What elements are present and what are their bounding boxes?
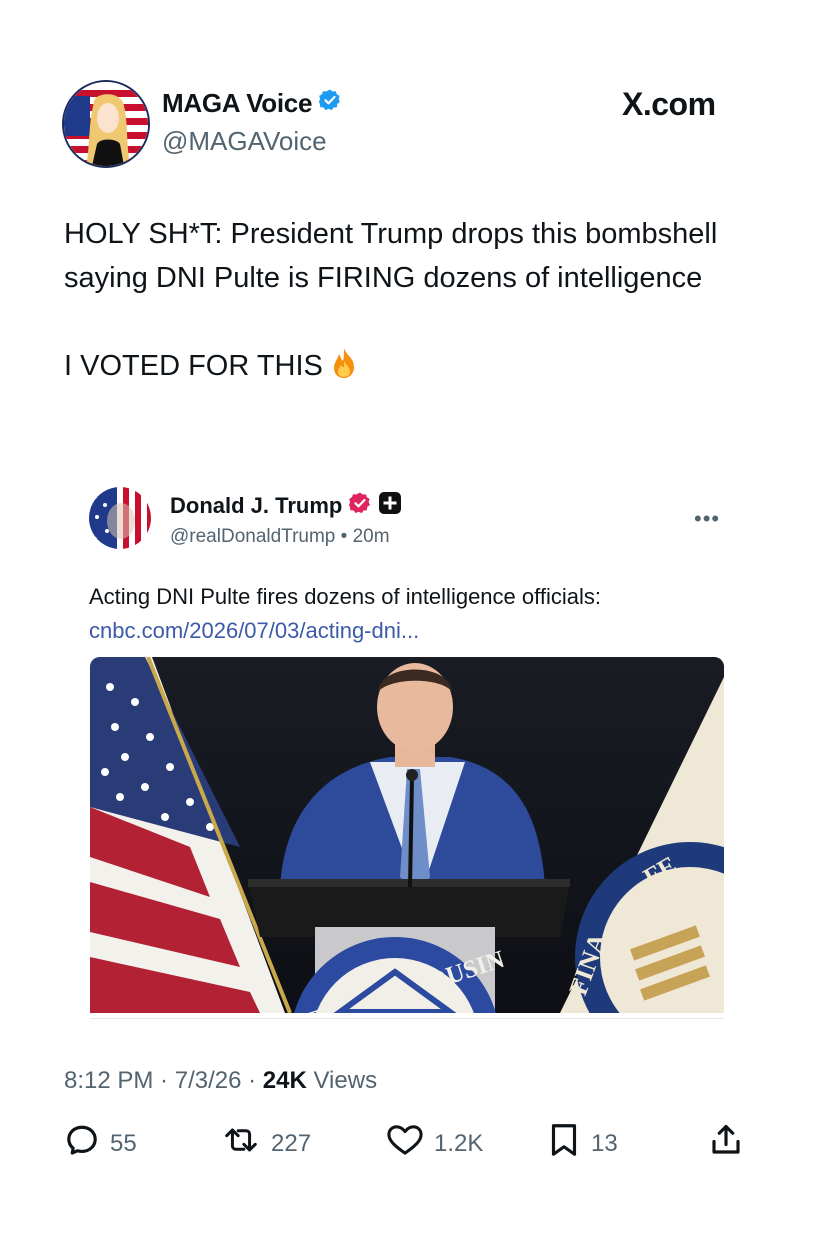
bookmark-icon bbox=[547, 1122, 581, 1165]
quoted-author-name-row[interactable]: Donald J. Trump bbox=[170, 491, 402, 521]
quoted-meta: @realDonaldTrump • 20m bbox=[170, 526, 390, 548]
repost-icon bbox=[221, 1122, 261, 1165]
repost-button[interactable]: 227 bbox=[221, 1122, 311, 1165]
like-count: 1.2K bbox=[434, 1129, 484, 1157]
truth-social-plus-icon bbox=[378, 491, 402, 521]
like-button[interactable]: 1.2K bbox=[386, 1122, 483, 1165]
author-avatar[interactable] bbox=[64, 82, 148, 166]
post-meta: 8:12 PM · 7/3/26 · 24K Views bbox=[64, 1067, 377, 1095]
share-icon bbox=[708, 1122, 744, 1165]
repost-count: 227 bbox=[271, 1129, 312, 1157]
tweet-body: HOLY SH*T: President Trump drops this bo… bbox=[64, 212, 764, 392]
views-count: 24K bbox=[262, 1067, 307, 1094]
post-date[interactable]: 7/3/26 bbox=[175, 1067, 242, 1094]
quoted-post-link[interactable]: cnbc.com/2026/07/03/acting-dni... bbox=[89, 614, 729, 648]
verified-badge-icon bbox=[318, 88, 342, 119]
quoted-author-avatar[interactable] bbox=[89, 487, 151, 549]
share-button[interactable] bbox=[708, 1122, 744, 1165]
quoted-post-text: Acting DNI Pulte fires dozens of intelli… bbox=[89, 580, 729, 648]
meta-dot-2: · bbox=[241, 1067, 263, 1094]
bookmark-button[interactable]: 13 bbox=[547, 1122, 618, 1165]
bookmark-count: 13 bbox=[591, 1129, 618, 1157]
reply-button[interactable]: 55 bbox=[64, 1122, 137, 1165]
tweet-voted-text: I VOTED FOR THIS bbox=[64, 350, 323, 382]
views-label: Views bbox=[306, 1067, 378, 1094]
action-bar: 55 227 1.2K 13 bbox=[64, 1122, 744, 1166]
post-time[interactable]: 8:12 PM bbox=[64, 1067, 153, 1094]
meta-dot: · bbox=[153, 1067, 175, 1094]
quoted-post-image[interactable]: FE FINA EDERAL HOUSIN bbox=[90, 657, 724, 1013]
quoted-author-handle[interactable]: @realDonaldTrump bbox=[170, 526, 335, 547]
tweet-text-line-2: I VOTED FOR THIS bbox=[64, 344, 764, 392]
meta-separator: • bbox=[340, 526, 348, 547]
author-display-name[interactable]: MAGA Voice bbox=[162, 88, 312, 119]
reply-count: 55 bbox=[110, 1129, 137, 1157]
quoted-author-display-name[interactable]: Donald J. Trump bbox=[170, 493, 342, 519]
site-label: X.com bbox=[622, 86, 716, 122]
heart-icon bbox=[386, 1122, 424, 1165]
tweet-text-line: HOLY SH*T: President Trump drops this bo… bbox=[64, 218, 718, 294]
fire-emoji-icon bbox=[329, 347, 359, 392]
quoted-post-age[interactable]: 20m bbox=[353, 526, 390, 547]
quoted-post-text-line: Acting DNI Pulte fires dozens of intelli… bbox=[89, 584, 601, 609]
verified-badge-pink-icon bbox=[348, 491, 372, 521]
author-name-row[interactable]: MAGA Voice bbox=[162, 88, 342, 119]
author-handle[interactable]: @MAGAVoice bbox=[162, 126, 327, 157]
quoted-card-divider bbox=[90, 1018, 724, 1019]
reply-icon bbox=[64, 1122, 100, 1165]
more-options-icon[interactable]: ••• bbox=[694, 506, 720, 532]
